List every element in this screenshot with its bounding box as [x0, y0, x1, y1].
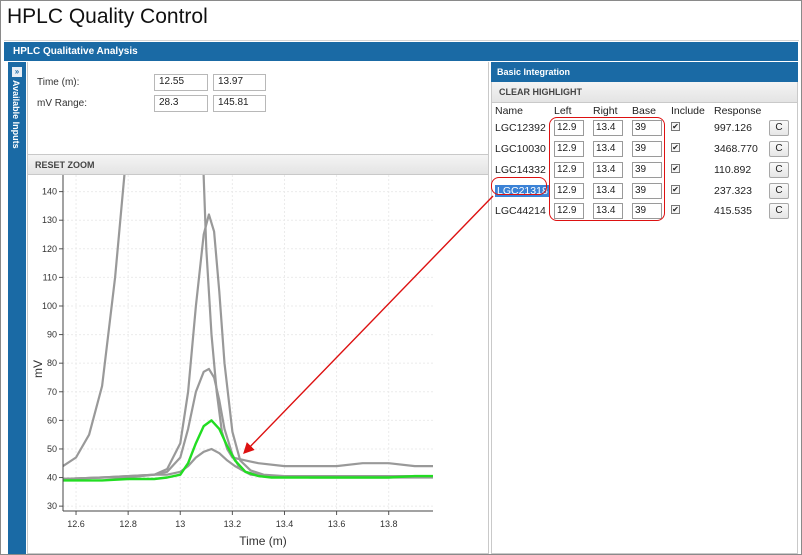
mv-range-label: mV Range: — [37, 98, 88, 109]
row-name[interactable]: LGC12392 — [495, 122, 546, 134]
row-c-button[interactable]: C — [769, 183, 789, 199]
y-axis-label: mV — [31, 360, 45, 378]
series-line-2 — [63, 213, 433, 481]
time-min-input[interactable]: 12.55 — [154, 74, 208, 91]
x-tick-label: 13.2 — [224, 519, 242, 529]
chart-series — [63, 175, 433, 482]
row-name[interactable]: LGC44214 — [495, 205, 546, 217]
include-checkbox[interactable]: ✔ — [671, 164, 680, 173]
available-inputs-tab[interactable]: » Available Inputs — [8, 62, 26, 554]
page-title: HPLC Quality Control — [7, 5, 208, 28]
y-tick-label: 100 — [42, 301, 57, 311]
reset-zoom-button[interactable]: RESET ZOOM — [28, 154, 488, 175]
series-line-5 — [63, 419, 433, 482]
y-tick-label: 140 — [42, 187, 57, 197]
available-inputs-label: Available Inputs — [11, 80, 21, 149]
annotation-highlight-box — [549, 117, 665, 221]
double-chevron-right-icon[interactable]: » — [12, 67, 22, 77]
row-name[interactable]: LGC14332 — [495, 164, 546, 176]
x-tick-label: 13.6 — [328, 519, 346, 529]
mv-max-input[interactable]: 145.81 — [213, 95, 266, 112]
x-tick-label: 13.4 — [276, 519, 294, 529]
title-divider — [4, 40, 799, 41]
y-tick-label: 90 — [47, 330, 57, 340]
y-tick-label: 30 — [47, 501, 57, 511]
x-tick-label: 12.8 — [119, 519, 137, 529]
time-max-input[interactable]: 13.97 — [213, 74, 266, 91]
x-tick-label: 12.6 — [67, 519, 85, 529]
y-tick-label: 70 — [47, 387, 57, 397]
basic-integration-header: Basic Integration — [491, 62, 798, 82]
response-value: 237.323 — [714, 185, 752, 197]
y-tick-label: 120 — [42, 244, 57, 254]
row-c-button[interactable]: C — [769, 120, 789, 136]
y-tick-label: 130 — [42, 215, 57, 225]
col-name: Name — [495, 105, 524, 117]
row-c-button[interactable]: C — [769, 162, 789, 178]
chromatogram-chart[interactable]: 30 40 50 60 70 80 90 100 110 120 130 140 12.6 12.8 13 1… — [28, 175, 488, 553]
response-value: 110.892 — [714, 164, 752, 176]
include-checkbox[interactable]: ✔ — [671, 143, 680, 152]
row-name[interactable]: LGC10030 — [495, 143, 546, 155]
y-tick-label: 80 — [47, 358, 57, 368]
x-axis-label: Time (m) — [239, 534, 287, 548]
col-base: Base — [632, 105, 656, 117]
time-label: Time (m): — [37, 77, 80, 88]
col-include: Include — [671, 105, 705, 117]
panel-header: HPLC Qualitative Analysis — [4, 42, 798, 61]
integration-panel: CLEAR HIGHLIGHT Name Left Right Base Inc… — [491, 82, 798, 554]
include-checkbox[interactable]: ✔ — [671, 205, 680, 214]
row-c-button[interactable]: C — [769, 203, 789, 219]
col-response: Response — [714, 105, 762, 117]
response-value: 415.535 — [714, 205, 752, 217]
x-tick-label: 13.8 — [380, 519, 398, 529]
y-tick-label: 40 — [47, 473, 57, 483]
annotation-selected-name-box — [491, 177, 547, 195]
include-checkbox[interactable]: ✔ — [671, 185, 680, 194]
response-value: 997.126 — [714, 122, 752, 134]
series-line-1 — [63, 175, 433, 468]
x-tick-label: 13 — [175, 519, 185, 529]
mv-min-input[interactable]: 28.3 — [154, 95, 208, 112]
y-tick-label: 110 — [43, 272, 57, 282]
col-left: Left — [554, 105, 572, 117]
row-c-button[interactable]: C — [769, 141, 789, 157]
clear-highlight-button[interactable]: CLEAR HIGHLIGHT — [492, 82, 797, 103]
include-checkbox[interactable]: ✔ — [671, 122, 680, 131]
y-tick-label: 50 — [47, 444, 57, 454]
y-tick-label: 60 — [47, 415, 57, 425]
response-value: 3468.770 — [714, 143, 758, 155]
col-right: Right — [593, 105, 618, 117]
